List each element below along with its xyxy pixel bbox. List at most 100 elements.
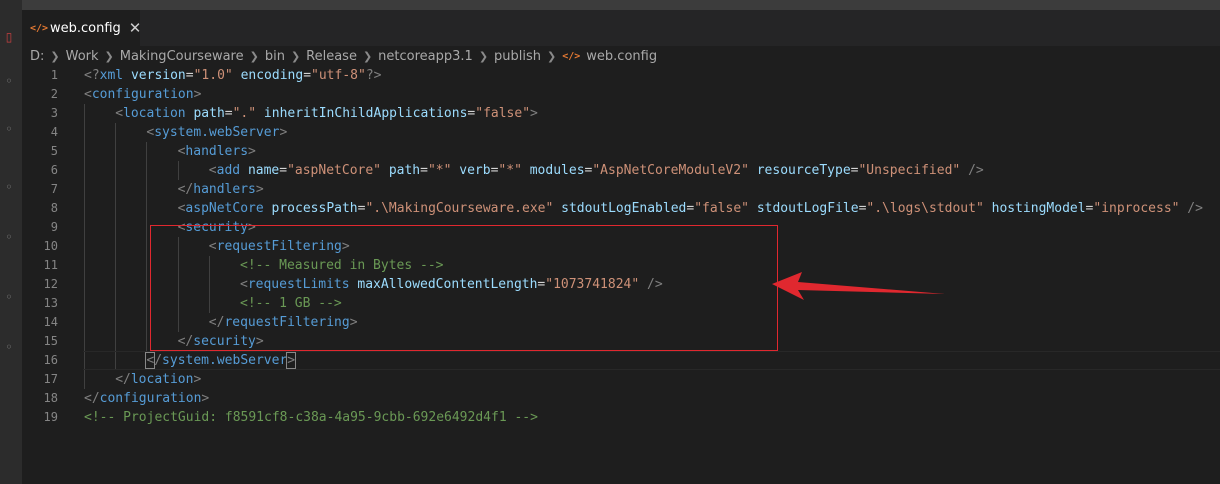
- code-line[interactable]: 10 <requestFiltering>: [22, 237, 1220, 256]
- code-token: =: [303, 68, 312, 83]
- breadcrumb-item[interactable]: Release: [306, 49, 357, 64]
- indent-guide: [177, 294, 179, 313]
- line-number: 5: [50, 144, 58, 158]
- code-line[interactable]: 12 <requestLimits maxAllowedContentLength…: [22, 275, 1220, 294]
- code-token: "*": [427, 163, 452, 178]
- code-text: </requestFiltering>: [209, 313, 358, 332]
- indent-guide: [177, 161, 179, 180]
- line-number: 16: [43, 353, 58, 367]
- code-line[interactable]: 4 <system.webServer>: [22, 123, 1220, 142]
- indent-guide: [177, 275, 179, 294]
- indent-guide: [146, 275, 148, 294]
- code-editor[interactable]: 1 <?xml version="1.0" encoding="utf-8"?> 2…: [22, 66, 1220, 484]
- code-token: version: [130, 68, 186, 83]
- indent-guide: [84, 180, 85, 199]
- code-line[interactable]: 15 </security>: [22, 332, 1220, 351]
- code-token: <!-- 1 GB -->: [240, 296, 342, 311]
- breadcrumb-item[interactable]: D:: [30, 49, 44, 64]
- code-token: "1.0": [193, 68, 233, 83]
- code-token: maxAllowedContentLength: [357, 277, 538, 292]
- code-token: >: [248, 144, 256, 159]
- line-number: 12: [43, 277, 58, 291]
- code-token: resourceType: [756, 163, 851, 178]
- indent-guide: [115, 123, 117, 142]
- breadcrumb-item[interactable]: bin: [265, 49, 285, 64]
- code-token: ".\logs\stdout": [866, 201, 984, 216]
- code-token: </: [208, 315, 225, 330]
- code-line[interactable]: 18 </configuration>: [22, 389, 1220, 408]
- code-text: <configuration>: [84, 85, 201, 104]
- indent-guide: [84, 123, 85, 142]
- extensions-icon[interactable]: ◦: [2, 230, 16, 244]
- code-line[interactable]: 2 <configuration>: [22, 85, 1220, 104]
- indent-guide: [115, 180, 117, 199]
- indent-guide: [146, 180, 148, 199]
- code-line[interactable]: 14 </requestFiltering>: [22, 313, 1220, 332]
- debug-icon[interactable]: ◦: [2, 180, 16, 194]
- explorer-icon[interactable]: ▯: [2, 30, 16, 44]
- indent-guide: [84, 161, 85, 180]
- indent-guide: [84, 104, 85, 123]
- code-token: path: [388, 163, 421, 178]
- code-line[interactable]: 6 <add name="aspNetCore" path="*" verb="*…: [22, 161, 1220, 180]
- code-token: "false": [694, 201, 749, 216]
- indent-guide: [84, 275, 85, 294]
- code-token: </: [115, 372, 131, 387]
- code-token: >: [248, 220, 256, 235]
- code-line[interactable]: 5 <handlers>: [22, 142, 1220, 161]
- indent-guide: [115, 142, 117, 161]
- remote-icon[interactable]: ◦: [2, 290, 16, 304]
- search-icon[interactable]: ◦: [2, 74, 16, 88]
- indent-guide: [115, 218, 117, 237]
- breadcrumb-file[interactable]: web.config: [586, 49, 657, 64]
- source-control-icon[interactable]: ◦: [2, 122, 16, 136]
- code-token: hostingModel: [991, 201, 1086, 216]
- breadcrumb-item[interactable]: netcoreapp3.1: [378, 49, 473, 64]
- code-token: =: [686, 201, 695, 216]
- code-token: requestFiltering: [216, 239, 342, 254]
- code-text: <!-- ProjectGuid: f8591cf8-c38a-4a95-9cb…: [84, 408, 538, 427]
- code-line[interactable]: 11 <!-- Measured in Bytes -->: [22, 256, 1220, 275]
- indent-guide: [146, 313, 148, 332]
- code-token: >: [279, 125, 288, 140]
- code-text: </handlers>: [178, 180, 264, 199]
- line-number: 2: [50, 87, 58, 101]
- tab-web-config[interactable]: </> web.config ✕: [22, 10, 142, 46]
- code-text: <handlers>: [178, 142, 256, 161]
- code-line[interactable]: 19 <!-- ProjectGuid: f8591cf8-c38a-4a95-9…: [22, 408, 1220, 427]
- breadcrumb-item[interactable]: MakingCourseware: [120, 49, 244, 64]
- code-line[interactable]: 17 </location>: [22, 370, 1220, 389]
- code-line[interactable]: 9 <security>: [22, 218, 1220, 237]
- code-line[interactable]: 8 <aspNetCore processPath=".\MakingCourse…: [22, 199, 1220, 218]
- close-icon[interactable]: ✕: [129, 19, 142, 37]
- code-text: <!-- 1 GB -->: [240, 294, 342, 313]
- code-line[interactable]: 3 <location path="." inheritInChildApplic…: [22, 104, 1220, 123]
- indent-guide: [177, 313, 179, 332]
- indent-guide: [115, 351, 117, 370]
- code-line[interactable]: 1 <?xml version="1.0" encoding="utf-8"?>: [22, 66, 1220, 85]
- code-text: <?xml version="1.0" encoding="utf-8"?>: [84, 66, 381, 85]
- code-token: /: [154, 353, 163, 368]
- code-token: </: [177, 334, 194, 349]
- line-number: 3: [50, 106, 58, 120]
- line-number: 18: [43, 391, 58, 405]
- code-line[interactable]: 13 <!-- 1 GB -->: [22, 294, 1220, 313]
- code-token: location: [130, 372, 194, 387]
- xml-file-icon: </>: [562, 50, 581, 62]
- settings-icon[interactable]: ◦: [2, 340, 16, 354]
- breadcrumb-item[interactable]: publish: [494, 49, 541, 64]
- code-token: aspNetCore: [185, 201, 264, 216]
- line-number: 15: [43, 334, 58, 348]
- code-token: processPath: [271, 201, 358, 216]
- line-number: 19: [43, 410, 58, 424]
- indent-guide: [115, 237, 117, 256]
- indent-guide: [177, 256, 179, 275]
- code-token: >: [193, 372, 202, 387]
- code-token: <: [240, 277, 248, 292]
- code-token: >: [349, 315, 358, 330]
- breadcrumb-item[interactable]: Work: [66, 49, 99, 64]
- code-line[interactable]: 16 </system.webServer>: [22, 351, 1220, 370]
- code-line[interactable]: 7 </handlers>: [22, 180, 1220, 199]
